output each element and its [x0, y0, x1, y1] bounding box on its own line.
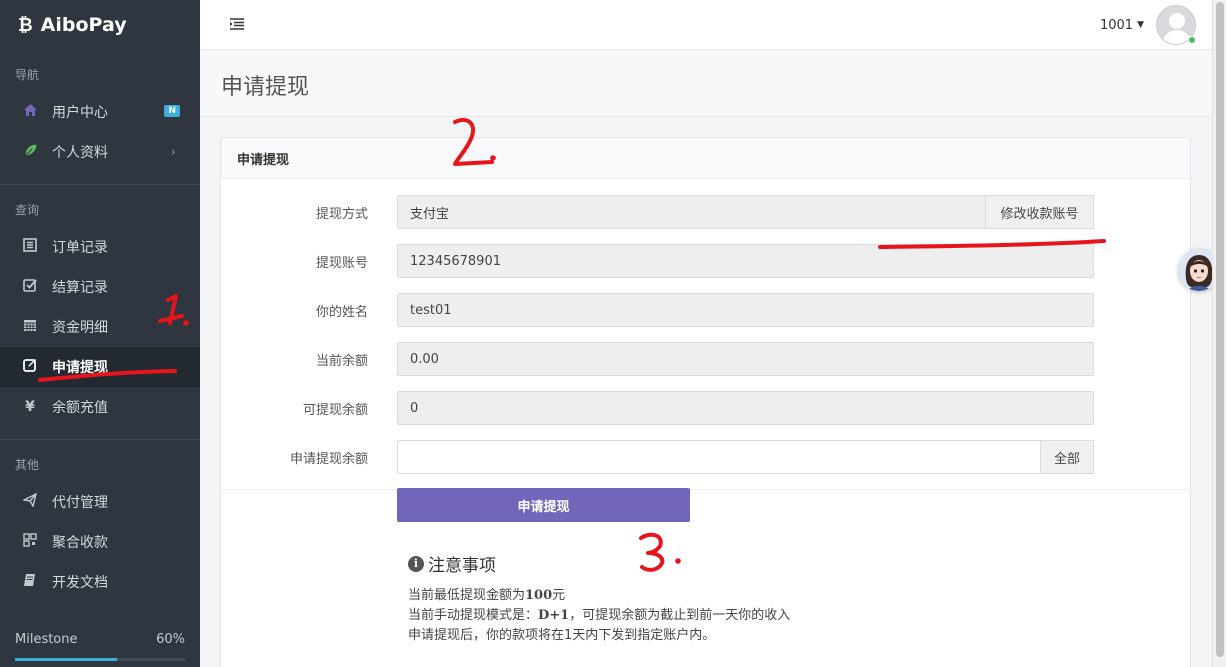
sidebar-item-settlements[interactable]: 结算记录 [0, 267, 200, 307]
form-divider [221, 489, 1192, 490]
sidebar-item-label: 结算记录 [52, 280, 108, 296]
page-header: 申请提现 [200, 51, 1212, 117]
user-menu[interactable]: 1001 ▼ [1100, 5, 1196, 45]
sidebar-item-docs[interactable]: 开发文档 [0, 562, 200, 602]
book-icon [22, 573, 38, 591]
available-label: 可提现余额 [302, 403, 368, 418]
top-bar: 1001 ▼ [200, 0, 1212, 50]
menu-toggle-icon[interactable] [230, 17, 244, 31]
sidebar-divider [0, 439, 200, 440]
edit-icon [22, 358, 38, 376]
page-title: 申请提现 [221, 75, 310, 100]
milestone-progress-fill [15, 658, 117, 661]
sidebar-item-withdraw[interactable]: 申请提现 [0, 347, 200, 387]
sidebar-item-aggregate[interactable]: 聚合收款 [0, 522, 200, 562]
submit-withdraw-button[interactable]: 申请提现 [397, 488, 690, 522]
amount-label: 申请提现余额 [289, 452, 368, 467]
sidebar-divider [0, 184, 200, 185]
account-label: 提现账号 [315, 256, 368, 271]
new-badge: N [164, 105, 180, 117]
leaf-icon [22, 143, 38, 161]
qrcode-icon [22, 533, 38, 551]
caret-down-icon: ▼ [1137, 20, 1144, 30]
name-field: test01 [397, 293, 1094, 327]
account-field: 12345678901 [397, 244, 1094, 278]
info-icon: i [408, 555, 424, 572]
milestone-progress-bar [15, 658, 185, 661]
yen-icon: ¥ [25, 399, 35, 415]
calendar-icon [22, 318, 38, 336]
sidebar-item-label: 聚合收款 [52, 535, 108, 551]
notice-box: i 注意事项 当前最低提现金额为100元 当前手动提现模式是：D+1，可提现余额… [408, 551, 790, 646]
notice-title-text: 注意事项 [428, 556, 496, 576]
home-icon [22, 103, 38, 121]
form-row-balance: 当前余额 0.00 [221, 342, 1192, 376]
form-row-name: 你的姓名 test01 [221, 293, 1192, 327]
check-square-icon [22, 278, 38, 296]
section-title-other: 其他 [15, 457, 40, 472]
milestone: Milestone 60% [15, 632, 185, 647]
page-scrollbar[interactable] [1212, 0, 1226, 667]
list-icon [22, 238, 38, 256]
change-account-button[interactable]: 修改收款账号 [985, 195, 1094, 229]
amount-input[interactable] [397, 440, 1041, 474]
sidebar-item-label: 个人资料 [52, 145, 108, 161]
brand-name: AiboPay [40, 14, 127, 36]
sidebar-item-label: 申请提现 [52, 360, 108, 376]
sidebar-item-label: 开发文档 [52, 575, 108, 591]
available-field: 0 [397, 391, 1094, 425]
all-amount-button[interactable]: 全部 [1040, 440, 1094, 474]
notice-line-mode: 当前手动提现模式是：D+1，可提现余额为截止到前一天你的收入 [408, 608, 791, 623]
section-title-nav: 导航 [15, 67, 40, 82]
online-status-dot [1188, 36, 1196, 44]
balance-field: 0.00 [397, 342, 1094, 376]
balance-label: 当前余额 [315, 354, 368, 369]
chevron-right-icon: › [170, 144, 176, 160]
sidebar-item-orders[interactable]: 订单记录 [0, 227, 200, 267]
form-row-amount: 申请提现余额 全部 [221, 440, 1192, 474]
notice-title: i 注意事项 [408, 551, 790, 576]
sidebar-item-label: 订单记录 [52, 240, 108, 256]
sidebar-item-payout[interactable]: 代付管理 [0, 482, 200, 522]
notice-line-min-amount: 当前最低提现金额为100元 [408, 588, 566, 603]
sidebar-item-funds[interactable]: 资金明细 [0, 307, 200, 347]
sidebar-item-recharge[interactable]: ¥ 余额充值 [0, 387, 200, 427]
withdraw-panel: 申请提现 提现方式 支付宝 修改收款账号 提现账号 12345678901 你的… [220, 137, 1192, 667]
milestone-label: Milestone [15, 632, 78, 647]
sidebar: ₿ AiboPay 导航 用户中心 N 个人资料 › 查询 订单记录 结算记录 [0, 0, 200, 667]
brand-logo[interactable]: ₿ AiboPay [0, 0, 200, 50]
panel-title: 申请提现 [221, 138, 1190, 179]
sidebar-item-label: 用户中心 [52, 105, 108, 121]
sidebar-item-label: 资金明细 [52, 320, 108, 336]
section-title-query: 查询 [15, 202, 40, 217]
form-row-method: 提现方式 支付宝 修改收款账号 [221, 195, 1192, 229]
form-row-account: 提现账号 12345678901 [221, 244, 1192, 278]
method-field: 支付宝 [397, 195, 986, 229]
sidebar-item-label: 余额充值 [52, 400, 108, 416]
method-label: 提现方式 [315, 207, 368, 222]
name-label: 你的姓名 [315, 305, 368, 320]
milestone-percent: 60% [156, 632, 185, 647]
scrollbar-thumb[interactable] [1216, 2, 1224, 657]
sidebar-item-label: 代付管理 [52, 495, 108, 511]
sidebar-item-user-center[interactable]: 用户中心 N [0, 92, 200, 132]
form-row-available: 可提现余额 0 [221, 391, 1192, 425]
username: 1001 [1099, 17, 1134, 33]
notice-line-timing: 申请提现后，你的款项将在1天内下发到指定账户内。 [408, 628, 716, 643]
bitcoin-icon: ₿ [18, 14, 33, 36]
sidebar-item-profile[interactable]: 个人资料 › [0, 132, 200, 172]
send-icon [21, 492, 38, 511]
